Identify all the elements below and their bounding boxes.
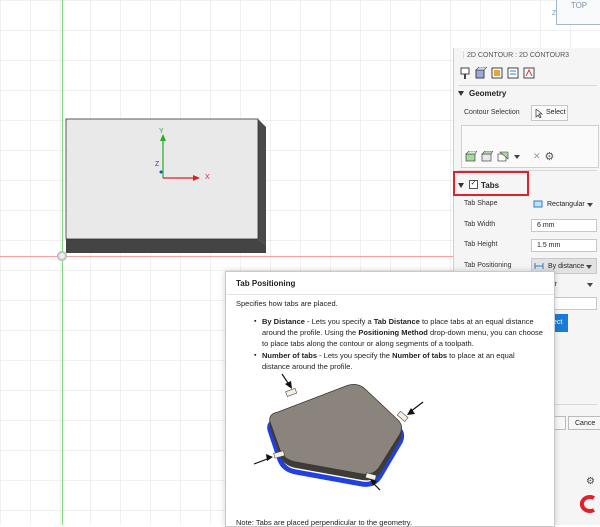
geometry-header-text: Geometry (469, 89, 507, 98)
tab-shape-value: Rectangular (547, 201, 585, 208)
tab-shape-label: Tab Shape (464, 200, 498, 207)
contour-selection-label: Contour Selection (464, 109, 520, 116)
selection-tools: ✕ ⚙ (465, 150, 554, 163)
tab-positioning-value: By distance (548, 263, 585, 270)
list-item: Number of tabs - Lets you specify the Nu… (254, 350, 544, 372)
selection-box[interactable]: ✕ ⚙ (461, 125, 599, 168)
select-label: Select (546, 109, 566, 116)
axis-y-label: Y (159, 128, 164, 135)
by-distance-icon (534, 263, 544, 269)
bullet-text: - Lets you specify a (304, 317, 374, 326)
contour-select-button[interactable]: Select (531, 105, 568, 121)
clear-selection-icon[interactable]: ✕ (533, 151, 541, 162)
tab-shape-dropdown[interactable]: Rectangular (531, 198, 597, 211)
view-cube-top-label: TOP (570, 1, 588, 10)
gear-icon[interactable]: ⚙ (545, 150, 555, 163)
tool-tab-icon[interactable] (458, 66, 472, 80)
bullet-term: By Distance (262, 317, 305, 326)
bullet-term: Number of tabs (262, 351, 318, 360)
tab-illustration (253, 373, 424, 491)
collapse-triangle-icon (458, 91, 464, 97)
geometry-tab-icon[interactable] (474, 66, 488, 80)
tab-positioning-tooltip: Tab Positioning Specifies how tabs are p… (225, 271, 555, 527)
face-select-icon[interactable] (481, 151, 493, 162)
geometry-section-header[interactable]: Geometry (458, 86, 597, 102)
tab-width-value: 6 mm (537, 222, 555, 229)
tooltip-note: Note: Tabs are placed perpendicular to t… (236, 518, 413, 527)
heights-tab-icon[interactable] (490, 66, 504, 80)
tab-positioning-label: Tab Positioning (464, 262, 512, 269)
axis-x-label: X (205, 174, 210, 181)
y-axis-line (62, 0, 63, 525)
bullet-text: - Lets you specify the (317, 351, 393, 360)
passes-tab-icon[interactable] (506, 66, 520, 80)
chain-select-icon[interactable] (465, 151, 477, 162)
panel-tab-row (458, 66, 536, 82)
silhouette-select-icon[interactable] (497, 151, 509, 162)
divider (226, 294, 554, 295)
chevron-down-icon (586, 265, 592, 269)
chevron-down-icon (587, 283, 593, 287)
tab-height-field[interactable]: 1.5 mm (531, 239, 597, 252)
rectangular-tab-icon (533, 200, 543, 208)
tooltip-subtitle: Specifies how tabs are placed. (236, 299, 338, 308)
tooltip-bullet-list: By Distance - Lets you specify a Tab Dis… (254, 316, 544, 373)
tab-height-label: Tab Height (464, 241, 498, 248)
panel-title: 2D CONTOUR : 2D CONTOUR3 (467, 52, 570, 59)
axis-z-label: Z (155, 161, 160, 168)
brand-logo-icon (579, 495, 595, 513)
tab-width-field[interactable]: 6 mm (531, 219, 597, 232)
view-cube[interactable]: TOP (556, 0, 600, 25)
tab-width-label: Tab Width (464, 221, 496, 228)
bullet-term: Number of tabs (392, 351, 448, 360)
list-item: By Distance - Lets you specify a Tab Dis… (254, 316, 544, 349)
linking-tab-icon[interactable] (522, 66, 536, 80)
cursor-arrow-icon (535, 109, 543, 118)
bullet-term: Tab Distance (373, 317, 420, 326)
cancel-label: Cance (575, 420, 596, 427)
drag-handle-icon[interactable]: ⋮ (460, 48, 467, 64)
bullet-term: Positioning Method (358, 328, 428, 337)
origin-point[interactable] (57, 251, 67, 261)
view-cube-z-label: Z (552, 10, 557, 17)
chevron-down-icon (587, 203, 593, 207)
tooltip-title: Tab Positioning (236, 279, 296, 288)
cancel-button[interactable]: Cance (568, 416, 600, 430)
tab-height-value: 1.5 mm (537, 242, 561, 249)
dropdown-caret-icon[interactable] (513, 153, 521, 161)
settings-gear-icon[interactable]: ⚙ (586, 476, 595, 487)
panel-title-bar[interactable]: ⋮2D CONTOUR : 2D CONTOUR3 (454, 48, 600, 64)
tabs-highlight-box (453, 171, 529, 196)
